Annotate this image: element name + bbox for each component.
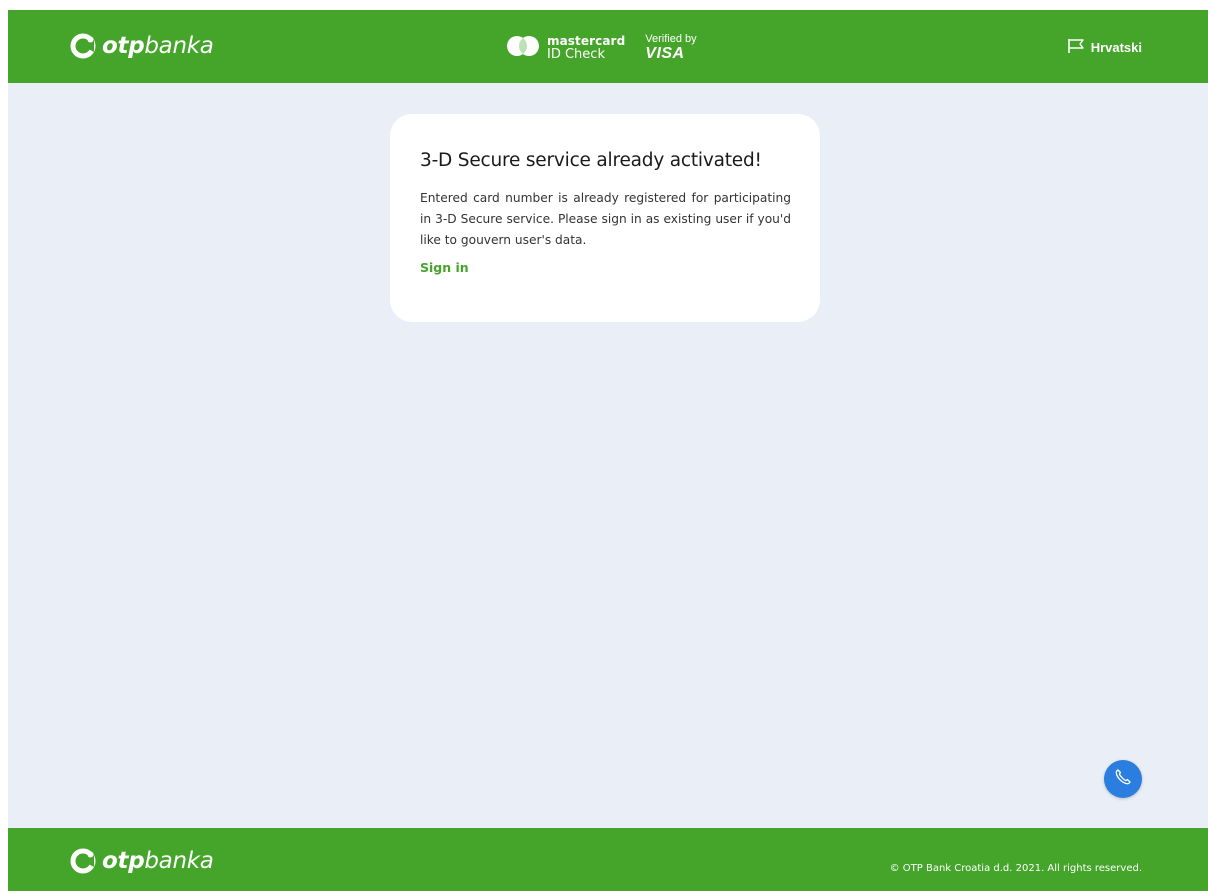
visa-label: VISA [645, 45, 685, 62]
call-button[interactable] [1104, 760, 1142, 798]
flag-icon [1067, 38, 1091, 57]
page-title: 3-D Secure service already activated! [420, 150, 762, 171]
verified-by-label: Verified by [645, 33, 697, 45]
language-label: Hrvatski [1090, 40, 1142, 55]
copyright-text: © OTP Bank Croatia d.d. 2021. All rights… [889, 863, 1142, 874]
message-text: Entered card number is already registere… [420, 191, 791, 247]
top-header: otpbanka mastercard ID Check Verified by [8, 10, 1208, 83]
page: otpbanka mastercard ID Check Verified by [8, 10, 1208, 891]
logo-wordmark: otpbanka [102, 32, 214, 59]
footer: otpbanka © OTP Bank Croatia d.d. 2021. A… [8, 828, 1208, 891]
language-switch[interactable]: Hrvatski [1067, 38, 1142, 57]
activation-message-card: 3-D Secure service already activated! En… [390, 114, 820, 322]
card-scheme-badges: mastercard ID Check Verified by VISA [505, 32, 697, 64]
id-check-label: ID Check [547, 47, 605, 62]
sign-in-link[interactable]: Sign in [420, 260, 469, 275]
mastercard-id-check-badge: mastercard ID Check [505, 35, 625, 61]
footer-otp-banka-logo: otpbanka [70, 846, 214, 876]
mastercard-circles-icon [505, 35, 541, 61]
phone-icon [1114, 768, 1132, 790]
otp-swirl-icon [70, 33, 96, 59]
mastercard-label: mastercard [547, 34, 626, 48]
otp-banka-logo[interactable]: otpbanka [70, 31, 214, 61]
footer-logo-wordmark: otpbanka [102, 847, 214, 874]
verified-by-visa-badge: Verified by VISA [645, 34, 696, 62]
otp-swirl-icon [70, 848, 96, 874]
